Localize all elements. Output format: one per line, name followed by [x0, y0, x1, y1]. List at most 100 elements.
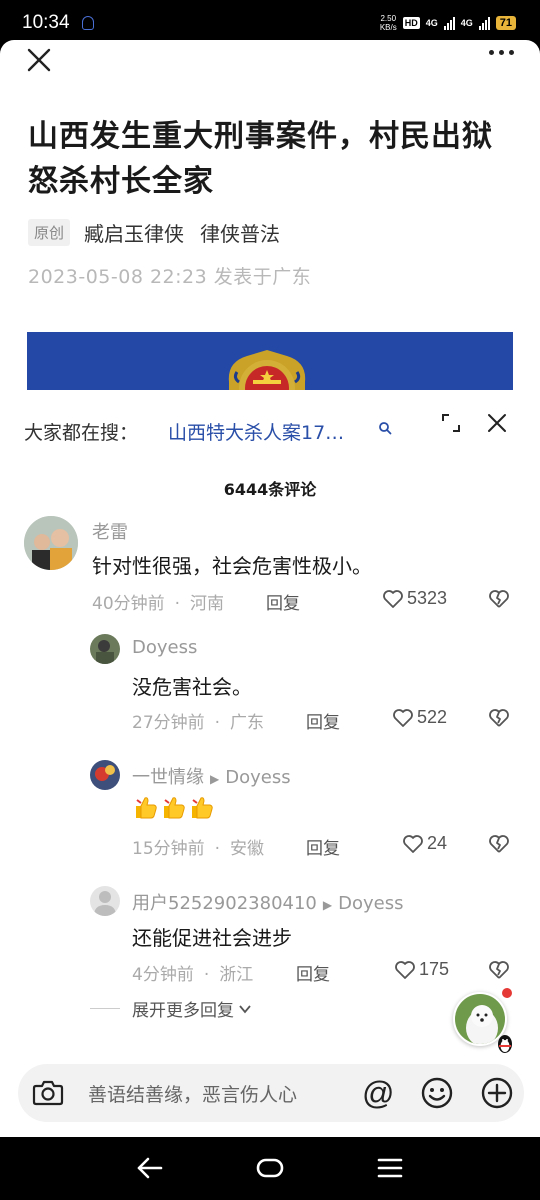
police-emblem-icon: [228, 350, 306, 392]
notification-dot: [502, 988, 512, 998]
reply-region: 浙江: [219, 965, 254, 985]
reply-emoji: [132, 794, 216, 825]
reply-author: 用户5252902380410 ▶ Doyess: [132, 889, 403, 915]
reply-time: 4分钟前: [132, 965, 194, 985]
reply-meta: 4分钟前 · 浙江: [132, 965, 254, 985]
thumbs-up-icon: [192, 797, 213, 819]
mention-icon[interactable]: @: [362, 1074, 394, 1112]
reply-button[interactable]: 回复: [296, 960, 330, 985]
reply-author: 一世情缘 ▶ Doyess: [132, 763, 291, 789]
reply-meta: 27分钟前 · 广东: [132, 713, 265, 733]
article-image[interactable]: [27, 332, 513, 392]
reply-button[interactable]: 回复: [306, 834, 340, 859]
hd-badge: HD: [402, 17, 420, 29]
network-type-2: 4G: [460, 18, 473, 28]
heart-icon: [403, 834, 423, 853]
chevron-down-icon: [239, 1004, 251, 1013]
emoji-icon[interactable]: [420, 1076, 454, 1110]
article-title: 山西发生重大刑事案件，村民出狱怒杀村长全家: [28, 119, 493, 199]
menu-icon[interactable]: [376, 1155, 404, 1181]
comment-author[interactable]: 老雷: [92, 518, 128, 544]
avatar[interactable]: [90, 634, 120, 664]
network-speed: 2.50 KB/s: [380, 14, 397, 32]
back-icon[interactable]: [136, 1155, 164, 1181]
comment-item: 老雷 针对性很强，社会危害性极小。 40分钟前 · 河南 回复 5323: [0, 510, 540, 620]
reply-item: Doyess 没危害社会。 27分钟前 · 广东 回复 522: [0, 630, 540, 740]
reply-region: 安徽: [230, 839, 265, 859]
article-sheet: 山西发生重大刑事案件，村民出狱怒杀村长全家 原创 臧启玉律侠 律侠普法 2023…: [0, 40, 540, 1137]
reply-meta: 15分钟前 · 安徽: [132, 839, 265, 859]
avatar[interactable]: [90, 760, 120, 790]
system-nav-bar: [0, 1137, 540, 1200]
reply-to-name[interactable]: Doyess: [338, 893, 403, 914]
expand-more-replies[interactable]: 展开更多回复: [90, 996, 252, 1021]
reply-item: 一世情缘 ▶ Doyess 15分钟前 · 安徽 回复 24: [0, 756, 540, 866]
like-button[interactable]: 175: [394, 959, 449, 980]
speed-unit: KB/s: [379, 23, 397, 32]
like-button[interactable]: 522: [392, 707, 447, 728]
reply-button[interactable]: 回复: [306, 708, 340, 733]
signal-icon: [443, 16, 455, 30]
camera-icon[interactable]: [32, 1078, 64, 1108]
network-type-1: 4G: [425, 18, 438, 28]
like-button[interactable]: 24: [402, 833, 447, 854]
comment-region: 河南: [190, 594, 225, 614]
broken-heart-icon[interactable]: [488, 588, 510, 610]
reply-author[interactable]: Doyess: [132, 637, 197, 658]
reply-text: 还能促进社会进步: [132, 926, 292, 950]
reply-author-name[interactable]: 一世情缘: [132, 767, 204, 788]
author-name[interactable]: 臧启玉律侠: [84, 218, 184, 247]
more-options-icon[interactable]: [489, 50, 514, 55]
like-count: 5323: [407, 588, 448, 608]
reply-time: 15分钟前: [132, 839, 205, 859]
article-meta: 原创 臧启玉律侠 律侠普法: [28, 218, 280, 247]
broken-heart-icon[interactable]: [488, 707, 510, 729]
broken-heart-icon[interactable]: [488, 959, 510, 981]
reply-to-name[interactable]: Doyess: [225, 767, 290, 788]
reply-author-name[interactable]: 用户5252902380410: [132, 893, 317, 914]
comment-input-bar[interactable]: 善语结善缘，恶言伤人心 @: [18, 1064, 524, 1122]
reply-arrow-icon: ▶: [210, 772, 220, 786]
comment-meta: 40分钟前 · 河南: [92, 594, 225, 614]
like-count: 24: [427, 833, 448, 853]
comment-count: 6444条评论: [223, 480, 317, 499]
signal-icon-2: [478, 16, 490, 30]
divider: [90, 1008, 120, 1009]
status-time: 10:34: [22, 12, 70, 33]
close-icon[interactable]: [24, 45, 54, 75]
search-hint-label: 大家都在搜：: [24, 422, 139, 444]
original-tag: 原创: [28, 219, 71, 246]
comment-time: 40分钟前: [92, 594, 165, 614]
reply-item: 用户5252902380410 ▶ Doyess 还能促进社会进步 4分钟前 · 浙江 …: [0, 882, 540, 992]
speed-value: 2.50: [380, 14, 397, 23]
comment-input[interactable]: 善语结善缘，恶言伤人心: [88, 1080, 297, 1107]
battery-indicator: 71: [495, 16, 516, 30]
avatar[interactable]: [24, 516, 78, 570]
expand-more-label: 展开更多回复: [132, 1001, 234, 1021]
plus-icon[interactable]: [480, 1076, 514, 1110]
source-name[interactable]: 律侠普法: [200, 218, 280, 247]
like-count: 175: [419, 959, 450, 979]
reply-text: 没危害社会。: [132, 675, 252, 699]
home-icon[interactable]: [256, 1157, 284, 1179]
default-avatar-icon[interactable]: [90, 886, 120, 916]
reply-button[interactable]: 回复: [266, 589, 300, 614]
comment-panel: 大家都在搜： 山西特大杀人案17… 6444条评论 老雷 针对性很强，社会危害性…: [0, 390, 540, 1137]
close-panel-icon[interactable]: [486, 412, 508, 434]
thumbs-up-icon: [136, 797, 157, 819]
reply-arrow-icon: ▶: [322, 898, 333, 912]
search-icon[interactable]: [378, 421, 392, 435]
thumbs-up-icon: [164, 797, 185, 819]
trending-search-link[interactable]: 山西特大杀人案17…: [168, 418, 344, 445]
heart-icon: [393, 708, 413, 727]
broken-heart-icon[interactable]: [488, 833, 510, 855]
reply-time: 27分钟前: [132, 713, 205, 733]
penguin-icon: [498, 1035, 512, 1053]
reply-region: 广东: [230, 713, 265, 733]
expand-icon[interactable]: [440, 412, 462, 434]
like-count: 522: [417, 707, 448, 727]
like-button[interactable]: 5323: [382, 588, 447, 609]
status-indicators: 2.50 KB/s HD 4G 4G 71: [380, 14, 516, 32]
heart-icon: [395, 960, 415, 979]
heart-icon: [383, 589, 403, 608]
